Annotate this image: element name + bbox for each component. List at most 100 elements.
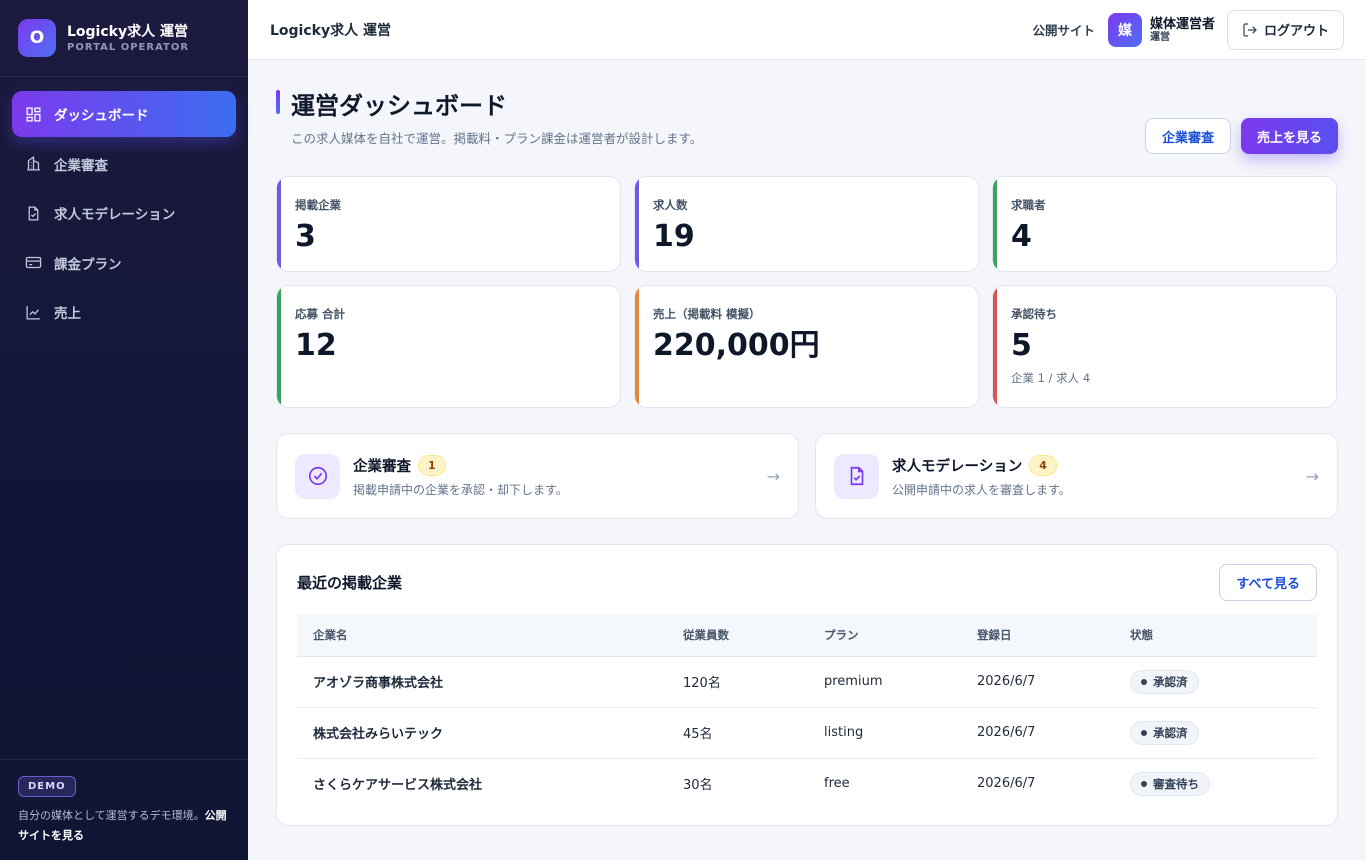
stat-value: 12 (295, 328, 337, 363)
action-card-desc: 公開申請中の求人を審査します。 (892, 482, 1071, 497)
stat-value: 4 (1011, 219, 1032, 254)
table-row[interactable]: 株式会社みらいテック 45名 listing 2026/6/7 承認済 (297, 707, 1317, 759)
sidebar-item-label: ダッシュボード (54, 108, 149, 124)
stat-value: 3 (295, 219, 316, 254)
employee-count: 45名 (667, 707, 808, 759)
brand-logo: O (18, 19, 56, 57)
brand[interactable]: O Logicky求人 運営 PORTAL OPERATOR (0, 0, 248, 77)
status-cell: 承認済 (1114, 707, 1317, 759)
sidebar-item-billing-plan[interactable]: 課金プラン (12, 240, 236, 286)
status-badge: 承認済 (1130, 669, 1199, 694)
brand-sub: PORTAL OPERATOR (67, 41, 190, 53)
public-site-button[interactable]: 公開サイト (1032, 20, 1095, 39)
sidebar-item-label: 課金プラン (54, 256, 122, 273)
table-row[interactable]: アオゾラ商事株式会社 120名 premium 2026/6/7 承認済 (297, 656, 1317, 708)
registered-date: 2026/6/7 (961, 707, 1114, 759)
table-header-row: 企業名 従業員数 プラン 登録日 状態 (297, 614, 1317, 657)
employee-count: 30名 (683, 778, 713, 794)
sidebar-item-dashboard[interactable]: ダッシュボード (12, 91, 236, 137)
demo-badge: DEMO (18, 776, 76, 797)
company-name[interactable]: アオゾラ商事株式会社 (297, 656, 667, 708)
sidebar-item-company-review[interactable]: 企業審査 (12, 141, 236, 187)
view-sales-button[interactable]: 売上を見る (1240, 118, 1338, 154)
status-cell: 承認済 (1114, 656, 1317, 708)
sidebar-item-job-moderation[interactable]: 求人モデレーション (12, 190, 236, 236)
stat-card-job-seekers: 求職者 4 (992, 176, 1337, 272)
page-title: 運営ダッシュボード (291, 92, 507, 120)
company-name[interactable]: さくらケアサービス株式会社 (297, 758, 667, 809)
credit-card-icon (25, 256, 42, 269)
count-badge: 4 (1029, 454, 1057, 476)
column-header[interactable]: 従業員数 (667, 614, 808, 657)
sidebar-item-sales[interactable]: 売上 (12, 289, 236, 335)
topbar-title: Logicky求人 運営 (270, 22, 391, 39)
registered-date: 2026/6/7 (961, 656, 1114, 708)
plan: premium (808, 656, 961, 708)
stat-label: 求人数 (653, 198, 688, 212)
status-label: 承認済 (1153, 674, 1188, 689)
sidebar-item-label: 売上 (54, 306, 81, 322)
count-badge: 1 (418, 454, 446, 476)
arrow-right-icon: → (1305, 466, 1319, 486)
check-circle-icon (295, 453, 340, 499)
plan: free (824, 776, 850, 792)
arrow-right-icon: → (766, 466, 780, 486)
chart-line-icon (26, 305, 40, 320)
stat-card-job-count: 求人数 19 (634, 176, 979, 272)
action-card-desc: 掲載申請中の企業を承認・却下します。 (353, 482, 568, 497)
view-all-button[interactable]: すべて見る (1219, 563, 1317, 601)
status-badge: 承認済 (1130, 720, 1199, 745)
recent-companies-panel: 最近の掲載企業 すべて見る 企業名 従業員数 プラン 登録日 状態 アオゾラ商事… (276, 544, 1338, 826)
topbar: Logicky求人 運営 公開サイト 媒 媒体運営者 運営 ログアウト (248, 0, 1366, 60)
title-accent-bar (276, 90, 280, 114)
logout-icon (1243, 22, 1257, 37)
page-header: 運営ダッシュボード この求人媒体を自社で運営。掲載料・プラン課金は運営者が設計し… (276, 60, 1338, 176)
action-cards: 企業審査 1 掲載申請中の企業を承認・却下します。 → 求人モデレーション 4 公開… (276, 433, 1338, 519)
stat-label: 売上（掲載料 模擬） (653, 307, 761, 321)
stat-label: 応募 合計 (295, 307, 346, 321)
stat-label: 求職者 (1011, 198, 1046, 212)
stat-card-applications: 応募 合計 12 (276, 285, 621, 408)
logout-label: ログアウト (1263, 24, 1329, 39)
page-subtitle: この求人媒体を自社で運営。掲載料・プラン課金は運営者が設計します。 (291, 131, 703, 146)
column-header[interactable]: 状態 (1114, 614, 1317, 657)
sidebar-item-label: 求人モデレーション (54, 207, 176, 223)
stat-label: 掲載企業 (295, 198, 341, 212)
stat-sub: 企業 1 / 求人 4 (1011, 371, 1091, 385)
companies-table: 企業名 従業員数 プラン 登録日 状態 アオゾラ商事株式会社 120名 prem… (297, 614, 1317, 809)
dashboard-icon (26, 106, 41, 122)
status-label: 承認済 (1153, 725, 1188, 740)
clipboard-check-icon (28, 205, 39, 221)
user-role: 運営 (1149, 31, 1170, 43)
logout-button[interactable]: ログアウト (1226, 9, 1344, 50)
stat-card-sales: 売上（掲載料 模擬） 220,000円 (634, 285, 979, 408)
company-review-button[interactable]: 企業審査 (1144, 118, 1231, 154)
sidebar-footer: DEMO 自分の媒体として運営するデモ環境。公開サイトを見る (0, 759, 248, 860)
employee-count: 120名 (667, 656, 808, 708)
table-row[interactable]: さくらケアサービス株式会社 30名 free 2026/6/7 審査待ち (297, 758, 1317, 809)
stat-card-listed-companies: 掲載企業 3 (276, 176, 621, 272)
avatar[interactable]: 媒 (1107, 12, 1142, 47)
brand-name: Logicky求人 運営 (67, 23, 188, 40)
company-review-card[interactable]: 企業審査 1 掲載申請中の企業を承認・却下します。 → (276, 433, 799, 519)
status-badge: 審査待ち (1130, 771, 1210, 796)
stat-value: 5 (1011, 328, 1032, 363)
sidebar: O Logicky求人 運営 PORTAL OPERATOR ダッシュボード 企… (0, 0, 248, 860)
registered-date: 2026/6/7 (977, 776, 1036, 792)
panel-title: 最近の掲載企業 (297, 573, 403, 592)
stat-value: 220,000円 (653, 328, 820, 363)
company-name[interactable]: 株式会社みらいテック (297, 707, 667, 759)
demo-description: 自分の媒体として運営するデモ環境。 (18, 809, 205, 822)
user-info: 媒体運営者 運営 (1150, 17, 1215, 43)
user-name: 媒体運営者 (1149, 16, 1215, 32)
document-check-icon (834, 453, 879, 499)
column-header[interactable]: 登録日 (961, 614, 1114, 657)
stats-grid: 掲載企業 3 求人数 19 求職者 4 応募 合計 12 売上（掲載料 模擬） … (276, 176, 1338, 408)
column-header[interactable]: プラン (808, 614, 961, 657)
sidebar-item-label: 企業審査 (54, 157, 108, 174)
job-moderation-card[interactable]: 求人モデレーション 4 公開申請中の求人を審査します。 → (815, 433, 1338, 519)
stat-card-pending: 承認待ち 5 企業 1 / 求人 4 (992, 285, 1337, 408)
stat-label: 承認待ち (1011, 307, 1057, 321)
sidebar-footer-text: 自分の媒体として運営するデモ環境。公開サイトを見る (18, 806, 230, 846)
column-header[interactable]: 企業名 (297, 614, 667, 657)
